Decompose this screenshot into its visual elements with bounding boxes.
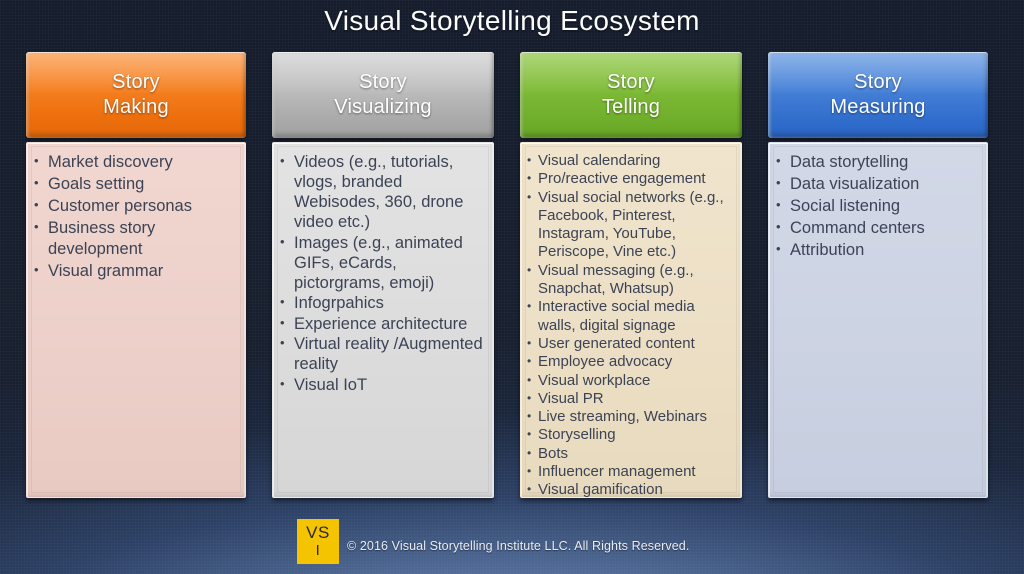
column-header-label: Story Visualizing [334,70,431,120]
page-title: Visual Storytelling Ecosystem [324,5,700,36]
list-item: Storyselling [527,425,735,444]
column-header-story-visualizing[interactable]: Story Visualizing [272,52,494,138]
list-item: Data visualization [775,173,981,195]
column-header-story-making[interactable]: Story Making [26,52,246,138]
list-item: Employee advocacy [527,352,735,371]
list-item: Visual workplace [527,371,735,390]
header-line-1: Story [854,71,902,93]
header-line-1: Story [112,71,160,93]
column-header-label: Story Telling [602,70,660,120]
list-item: Data storytelling [775,151,981,173]
list-item: Influencer management [527,462,735,481]
list-item: Customer personas [33,195,239,217]
header-line-1: Story [607,71,655,93]
list-item: Visual IoT [279,374,487,395]
list-item: Experience architecture [279,313,487,334]
column-body-story-making: Market discovery Goals setting Customer … [26,142,246,498]
bullet-list-story-visualizing: Videos (e.g., tutorials, vlogs, branded … [279,151,487,395]
list-item: User generated content [527,334,735,353]
list-item: Visual social networks (e.g., Facebook, … [527,188,735,262]
list-item: Visual grammar [33,260,239,282]
column-body-story-measuring: Data storytelling Data visualization Soc… [768,142,988,498]
bullet-list-story-making: Market discovery Goals setting Customer … [33,151,239,282]
list-item: Command centers [775,217,981,239]
column-header-story-telling[interactable]: Story Telling [520,52,742,138]
header-line-1: Story [359,71,407,93]
header-line-2: Making [103,96,169,118]
copyright-notice: © 2016 Visual Storytelling Institute LLC… [347,539,690,553]
list-item: Visual PR [527,389,735,408]
bullet-list-story-telling: Visual calendaring Pro/reactive engageme… [527,151,735,500]
bullet-list-story-measuring: Data storytelling Data visualization Soc… [775,151,981,261]
list-item: Visual gamification [527,480,735,499]
list-item: Bots [527,444,735,463]
column-story-telling: Story Telling Visual calendaring Pro/reac… [520,52,742,500]
list-item: Visual calendaring [527,151,735,170]
column-header-label: Story Measuring [830,70,925,120]
list-item: Virtual reality /Augmented reality [279,333,487,374]
column-header-story-measuring[interactable]: Story Measuring [768,52,988,138]
list-item: Attribution [775,239,981,261]
list-item: Videos (e.g., tutorials, vlogs, branded … [279,151,487,232]
header-line-2: Visualizing [334,96,432,118]
list-item: Pro/reactive engagement [527,169,735,188]
list-item: Images (e.g., animated GIFs, eCards, pic… [279,232,487,293]
list-item: Live streaming, Webinars [527,407,735,426]
list-item: Visual messaging (e.g., Snapchat, Whatsu… [527,261,735,299]
ecosystem-columns: Story Making Market discovery Goals setti… [0,0,1024,574]
list-item: Infogrpahics [279,292,487,313]
header-line-2: Measuring [830,96,926,118]
list-item: Interactive social media walls, digital … [527,297,735,335]
column-header-label: Story Making [103,70,169,120]
column-story-measuring: Story Measuring Data storytelling Data vi… [768,52,988,498]
column-story-making: Story Making Market discovery Goals setti… [26,52,246,498]
vsi-logo: VS I [297,519,339,564]
list-item: Business story development [33,217,239,259]
list-item: Social listening [775,195,981,217]
column-body-story-telling: Visual calendaring Pro/reactive engageme… [520,142,742,500]
header-line-2: Telling [601,96,661,118]
column-story-visualizing: Story Visualizing Videos (e.g., tutorials… [272,52,494,498]
logo-text-bottom: I [315,542,321,559]
column-body-story-visualizing: Videos (e.g., tutorials, vlogs, branded … [272,142,494,498]
list-item: Market discovery [33,151,239,173]
logo-text-top: VS [306,523,330,542]
list-item: Goals setting [33,173,239,195]
